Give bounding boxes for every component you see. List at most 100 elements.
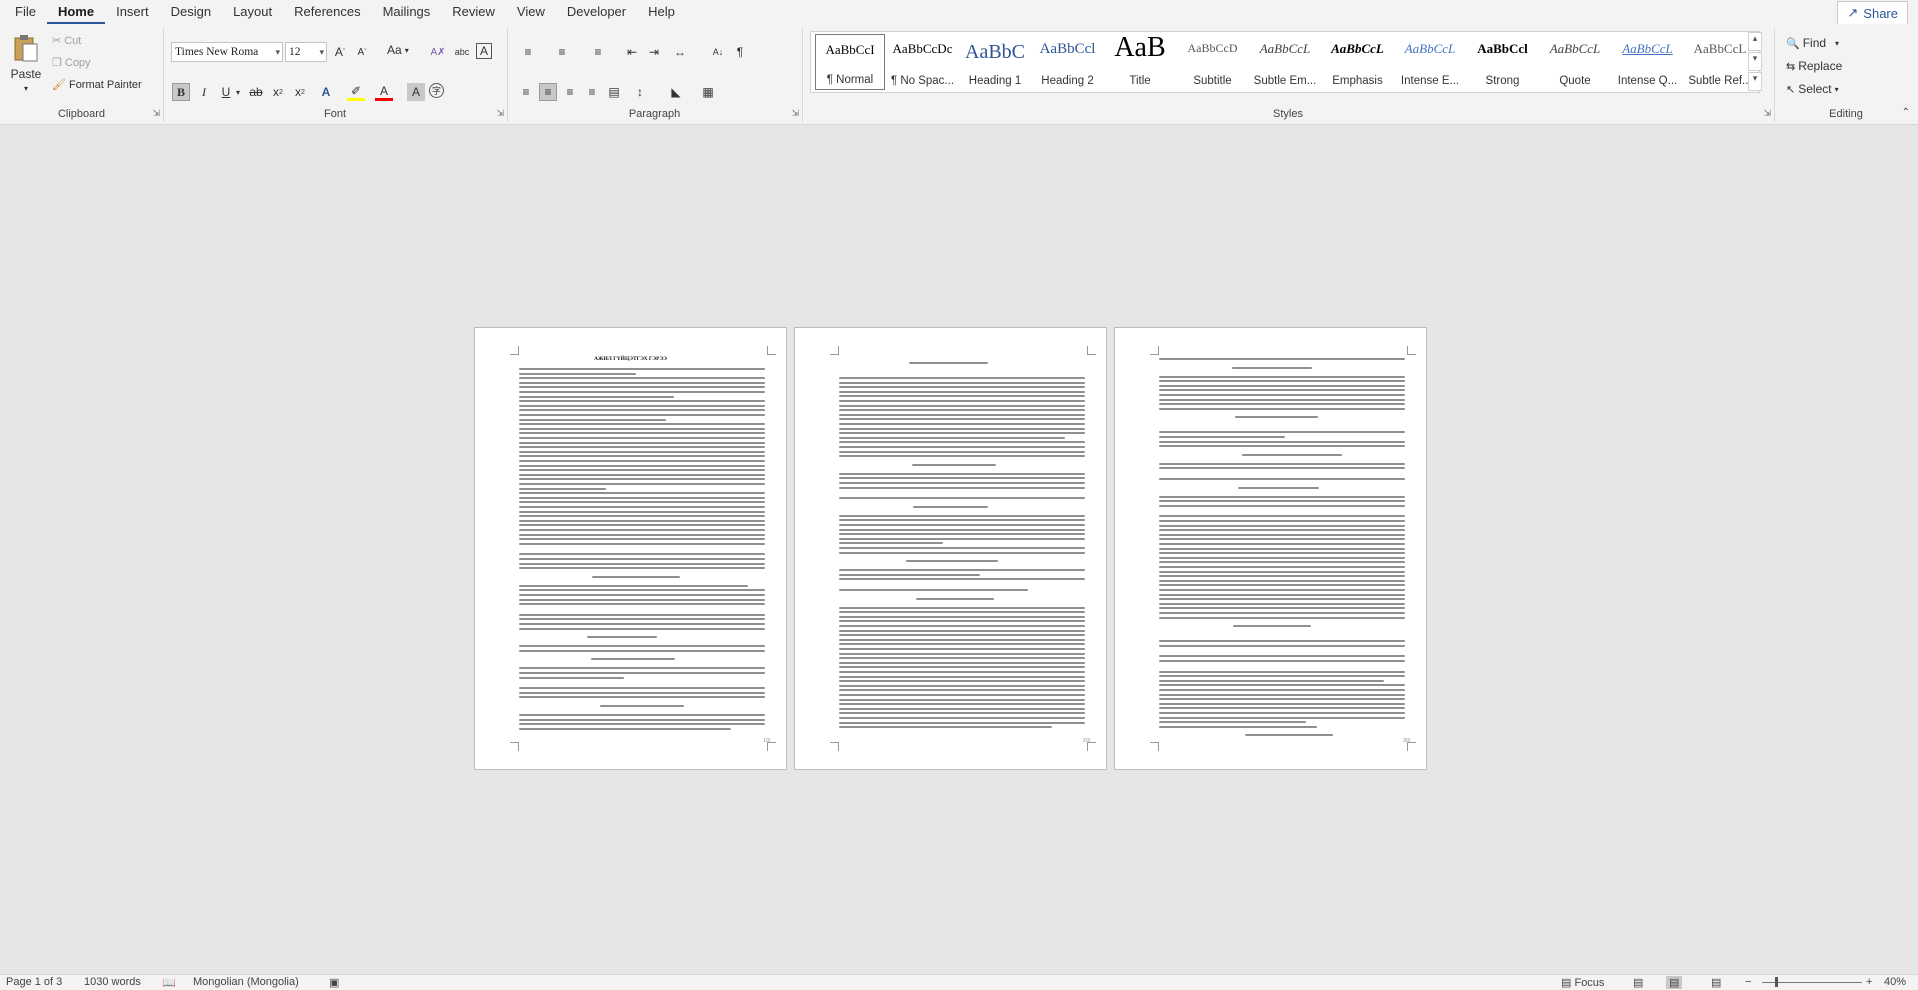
paste-button[interactable]: Paste ▾ xyxy=(10,34,42,93)
align-center-icon[interactable]: ≡ xyxy=(539,83,557,101)
format-painter-button[interactable]: 🖌 Format Painter xyxy=(52,78,142,92)
style-no-spac[interactable]: AaBbCcDc ¶ No Spac... xyxy=(888,34,958,90)
increase-indent-icon[interactable]: ⇥ xyxy=(645,43,663,61)
bold-icon[interactable]: B xyxy=(172,83,190,101)
zoom-in-icon[interactable]: + xyxy=(1866,976,1872,988)
tab-developer[interactable]: Developer xyxy=(556,0,637,24)
proofing-icon[interactable]: 📖 xyxy=(162,976,176,989)
italic-icon[interactable]: I xyxy=(195,83,213,101)
shading-icon[interactable]: ◣ xyxy=(667,83,685,101)
dialog-launcher-icon[interactable]: ⇲ xyxy=(496,108,504,119)
zoom-out-icon[interactable]: − xyxy=(1745,976,1751,988)
superscript-icon[interactable]: x2 xyxy=(291,83,309,101)
document-page[interactable]: 3/3 xyxy=(1114,327,1427,770)
text-direction-icon[interactable]: ↔ xyxy=(671,43,689,61)
scroll-down-icon[interactable]: ▾ xyxy=(1748,52,1762,71)
collapse-ribbon-icon[interactable]: ⌃ xyxy=(1902,107,1910,118)
style-subtle-em[interactable]: AaBbCcL Subtle Em... xyxy=(1250,34,1320,90)
phonetic-guide-icon[interactable]: abc xyxy=(453,43,471,61)
character-shading-icon[interactable]: A xyxy=(407,83,425,101)
document-page[interactable]: АЖИЛ ГҮЙЦЭТГЭХ ГЭРЭЭ 1/3 xyxy=(474,327,787,770)
scroll-up-icon[interactable]: ▴ xyxy=(1748,32,1762,51)
font-family-select[interactable]: Times New Roma ▾ xyxy=(171,42,283,62)
strikethrough-icon[interactable]: ab xyxy=(247,83,265,101)
align-left-icon[interactable]: ≡ xyxy=(517,83,535,101)
select-button[interactable]: ↖ Select ▾ xyxy=(1786,82,1839,96)
replace-button[interactable]: ⇆ Replace xyxy=(1786,59,1842,73)
cut-button[interactable]: ✂ Cut xyxy=(52,34,81,48)
tab-home[interactable]: Home xyxy=(46,0,106,24)
align-right-icon[interactable]: ≡ xyxy=(561,83,579,101)
find-button[interactable]: 🔍 Find ▾ xyxy=(1786,36,1839,50)
clear-formatting-icon[interactable]: A✗ xyxy=(429,43,447,61)
word-count[interactable]: 1030 words xyxy=(84,976,141,988)
multilevel-list-icon[interactable]: ≡ xyxy=(589,43,607,61)
style-strong[interactable]: AaBbCcl Strong xyxy=(1468,34,1538,90)
text-line xyxy=(839,625,1085,627)
tab-view[interactable]: View xyxy=(506,0,556,24)
focus-button[interactable]: ▤ Focus xyxy=(1561,976,1604,989)
bullets-icon[interactable]: ≡ xyxy=(519,43,537,61)
show-formatting-marks-icon[interactable]: ¶ xyxy=(731,43,749,61)
style-subtle-ref[interactable]: AaBbCcL Subtle Ref... xyxy=(1685,34,1755,90)
character-border-icon[interactable]: A xyxy=(476,43,492,59)
print-layout-icon[interactable]: ▤ xyxy=(1666,976,1683,989)
text-line xyxy=(519,727,732,730)
tab-help[interactable]: Help xyxy=(637,0,686,24)
clipboard-group-label: Clipboard xyxy=(57,108,106,120)
language-status[interactable]: Mongolian (Mongolia) xyxy=(193,976,299,988)
copy-button[interactable]: ❐ Copy xyxy=(52,56,91,70)
web-layout-icon[interactable]: ▤ xyxy=(1711,976,1721,989)
share-button[interactable]: ↗ Share xyxy=(1837,1,1908,25)
chevron-down-icon[interactable]: ▾ xyxy=(233,83,243,101)
style-quote[interactable]: AaBbCcL Quote xyxy=(1540,34,1610,90)
zoom-level[interactable]: 40% xyxy=(1884,976,1906,988)
style-subtitle[interactable]: AaBbCcD Subtitle xyxy=(1178,34,1248,90)
style-normal[interactable]: AaBbCcI ¶ Normal xyxy=(815,34,885,90)
tab-insert[interactable]: Insert xyxy=(105,0,160,24)
text-line xyxy=(1159,478,1405,480)
text-line xyxy=(519,558,765,560)
numbering-icon[interactable]: ≡ xyxy=(553,43,571,61)
style-intense-e[interactable]: AaBbCcL Intense E... xyxy=(1395,34,1465,90)
document-page[interactable]: 2/3 xyxy=(794,327,1107,770)
sort-icon[interactable]: A↓ xyxy=(709,43,727,61)
font-color-icon[interactable]: A xyxy=(375,83,393,101)
style-emphasis[interactable]: AaBbCcL Emphasis xyxy=(1323,34,1393,90)
read-mode-icon[interactable]: ▤ xyxy=(1633,976,1643,989)
line-spacing-icon[interactable]: ↕ xyxy=(631,83,649,101)
dialog-launcher-icon[interactable]: ⇲ xyxy=(791,108,799,119)
decrease-indent-icon[interactable]: ⇤ xyxy=(623,43,641,61)
style-heading-1[interactable]: AaBbC Heading 1 xyxy=(960,34,1030,90)
borders-icon[interactable]: ▦ xyxy=(699,83,717,101)
tab-references[interactable]: References xyxy=(283,0,371,24)
font-family-value: Times New Roma xyxy=(175,46,259,58)
text-line xyxy=(1159,529,1405,532)
page-count[interactable]: Page 1 of 3 xyxy=(6,976,62,988)
shrink-font-icon[interactable]: Aˇ xyxy=(353,43,371,61)
more-styles-icon[interactable]: ▾ xyxy=(1748,72,1762,91)
tab-file[interactable]: File xyxy=(4,0,47,24)
text-line xyxy=(839,486,1085,489)
tab-layout[interactable]: Layout xyxy=(222,0,283,24)
dialog-launcher-icon[interactable]: ⇲ xyxy=(1763,108,1771,119)
change-case-button[interactable]: Aa ▾ xyxy=(387,43,409,57)
font-size-select[interactable]: 12 ▾ xyxy=(285,42,327,62)
distributed-icon[interactable]: ▤ xyxy=(605,83,623,101)
style-intense-q[interactable]: AaBbCcL Intense Q... xyxy=(1613,34,1683,90)
dialog-launcher-icon[interactable]: ⇲ xyxy=(152,108,160,119)
macro-icon[interactable]: ▣ xyxy=(329,976,339,989)
style-title[interactable]: AaB Title xyxy=(1105,34,1175,90)
highlight-icon[interactable]: ✐ xyxy=(347,83,365,101)
style-heading-2[interactable]: AaBbCcl Heading 2 xyxy=(1033,34,1103,90)
enclose-characters-icon[interactable]: 字 xyxy=(429,83,444,98)
text-line xyxy=(1159,693,1405,696)
zoom-slider-thumb[interactable] xyxy=(1775,977,1778,987)
subscript-icon[interactable]: x2 xyxy=(269,83,287,101)
text-effects-icon[interactable]: A xyxy=(317,83,335,101)
grow-font-icon[interactable]: Aˆ xyxy=(331,43,349,61)
tab-review[interactable]: Review xyxy=(441,0,506,24)
tab-design[interactable]: Design xyxy=(160,0,222,24)
justify-icon[interactable]: ≡ xyxy=(583,83,601,101)
tab-mailings[interactable]: Mailings xyxy=(372,0,442,24)
